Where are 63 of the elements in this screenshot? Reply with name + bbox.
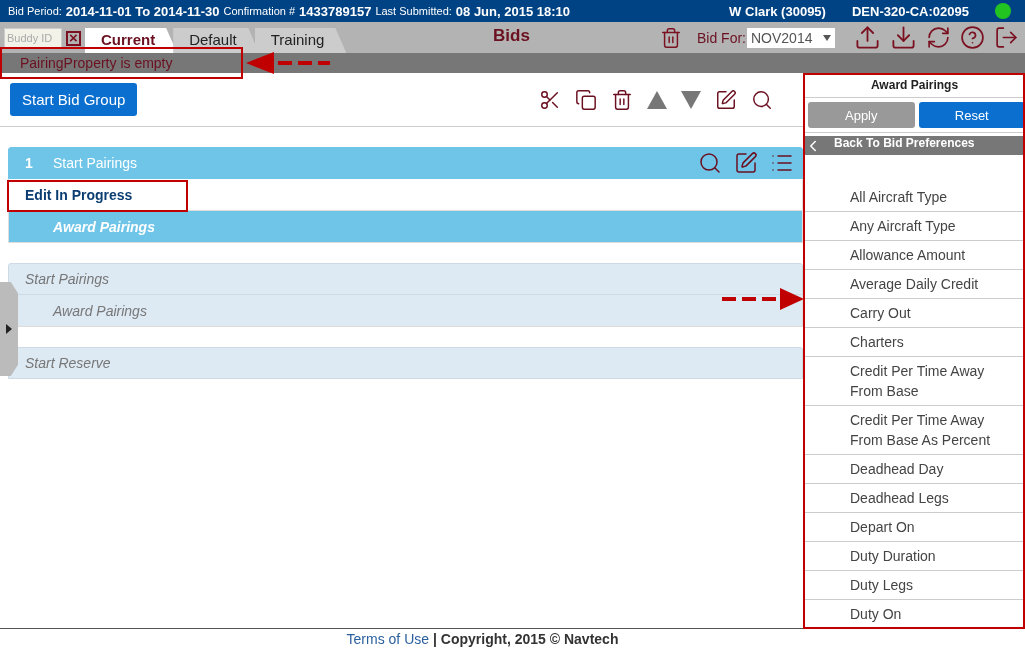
property-item[interactable]: Depart On [804,513,1025,542]
expand-icon[interactable] [6,324,12,334]
trash-icon[interactable] [611,88,633,111]
property-item[interactable]: Allowance Amount [804,241,1025,270]
caret-icon[interactable] [823,34,831,41]
side-handle[interactable] [0,282,18,376]
bid-for-select[interactable]: NOV2014 [747,27,835,48]
terms-link[interactable]: Terms of Use [346,630,430,647]
property-item[interactable]: Carry Out [804,299,1025,328]
property-item[interactable]: Duty Duration [804,542,1025,571]
buddy-id-field[interactable]: Buddy ID [4,28,62,48]
group-title: Start Pairings [25,271,110,287]
property-item[interactable]: Any Aircraft Type [804,212,1025,241]
search-icon[interactable] [698,151,722,175]
panel-title: Award Pairings [804,73,1025,99]
bid-period: 2014-11-01 To 2014-11-30 [65,3,220,19]
base-code: DEN-320-CA:02095 [851,3,969,19]
cut-icon[interactable] [539,88,561,111]
edit-icon[interactable] [715,88,737,111]
property-item[interactable]: Deadhead Legs [804,484,1025,513]
logout-icon[interactable] [994,25,1019,50]
group-number: 1 [25,155,34,171]
group-header[interactable]: Start Reserve [8,347,803,379]
help-icon[interactable] [960,25,985,50]
property-item[interactable]: Credit Per Time Away From Base As Percent [804,406,1025,455]
download-icon[interactable] [890,24,917,51]
property-item[interactable]: Duty On [804,600,1025,628]
trash-icon[interactable] [660,26,682,49]
bid-period-label: Bid Period: [8,5,62,17]
user-name: W Clark (30095) [729,3,826,19]
confirmation-label: Confirmation # [223,5,296,17]
copy-icon[interactable] [575,88,597,111]
back-link[interactable]: Back To Bid Preferences [834,136,975,155]
search-icon[interactable] [751,88,773,111]
property-item[interactable]: Charters [804,328,1025,357]
group-title: Start Pairings [53,155,138,171]
confirmation-number: 1433789157 [299,3,372,19]
status-icon [995,3,1011,19]
error-message: PairingProperty is empty [20,55,173,71]
last-submitted-label: Last Submitted: [375,5,452,17]
property-item[interactable]: All Aircraft Type [804,183,1025,212]
bid-for-label: Bid For: [697,29,746,46]
move-up-icon[interactable] [647,90,667,109]
clear-button[interactable]: × [66,31,81,46]
status-text: Edit In Progress [25,186,133,203]
tab[interactable]: Training [254,28,347,53]
copyright-text: | Copyright, 2015 © Navtech [433,630,619,647]
last-submitted: 08 Jun, 2015 18:10 [455,3,570,19]
edit-icon[interactable] [734,151,758,175]
start-bid-group-button[interactable]: Start Bid Group [10,83,138,116]
refresh-icon[interactable] [926,25,951,50]
property-item[interactable]: Deadhead Day [804,455,1025,484]
back-bar[interactable]: Back To Bid Preferences [804,136,1025,155]
property-item[interactable]: Duty Legs [804,571,1025,600]
reset-button[interactable]: Reset [918,102,1025,129]
move-down-icon[interactable] [681,90,701,109]
rule-item[interactable]: Award Pairings [53,302,147,319]
property-item[interactable]: Credit Per Time Away From Base [804,357,1025,406]
property-item[interactable]: Average Daily Credit [804,270,1025,299]
upload-icon[interactable] [854,24,881,51]
group-title: Start Reserve [25,355,111,371]
page-title: Bids [493,26,530,46]
group-header[interactable]: Start Pairings [8,263,803,295]
